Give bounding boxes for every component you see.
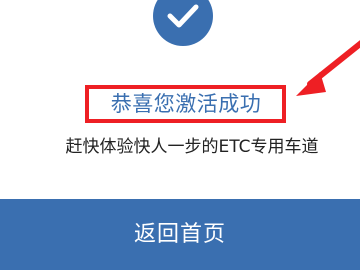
success-check-circle [153,0,213,46]
highlight-box [85,85,286,123]
return-home-button[interactable]: 返回首页 [0,199,360,270]
arrow-pointer-icon [296,40,360,96]
check-icon [167,4,199,28]
activation-success-subtitle: 赶快体验快人一步的ETC专用车道 [65,137,319,157]
